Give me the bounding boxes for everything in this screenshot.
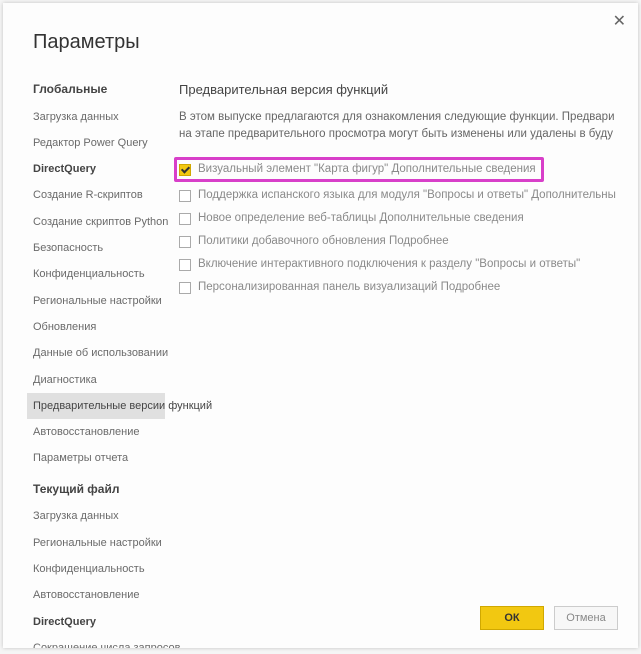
sidebar-item[interactable]: Создание скриптов Python bbox=[27, 209, 165, 235]
sidebar-item[interactable]: Автовосстановление bbox=[27, 419, 165, 445]
option-row: Поддержка испанского языка для модуля "В… bbox=[179, 184, 638, 207]
sidebar-item[interactable]: Региональные настройки bbox=[27, 288, 165, 314]
sidebar-item[interactable]: Конфиденциальность bbox=[27, 261, 165, 287]
sidebar-group-head: Текущий файл bbox=[33, 482, 165, 498]
option-row: Политики добавочного обновления Подробне… bbox=[179, 230, 638, 253]
sidebar-item[interactable]: Региональные настройки bbox=[27, 530, 165, 556]
sidebar-item[interactable]: DirectQuery bbox=[27, 609, 165, 635]
sidebar-item[interactable]: DirectQuery bbox=[27, 156, 165, 182]
checkbox-icon[interactable] bbox=[179, 190, 191, 202]
options-list: Визуальный элемент "Карта фигур" Дополни… bbox=[179, 157, 638, 299]
dialog-title: Параметры bbox=[3, 3, 638, 54]
sidebar-item[interactable]: Данные об использовании bbox=[27, 340, 165, 366]
option-label: Новое определение веб-таблицы Дополнител… bbox=[198, 212, 524, 224]
option-row: Новое определение веб-таблицы Дополнител… bbox=[179, 207, 638, 230]
option-row: Визуальный элемент "Карта фигур" Дополни… bbox=[174, 157, 544, 182]
option-label: Поддержка испанского языка для модуля "В… bbox=[198, 189, 616, 201]
sidebar-item[interactable]: Конфиденциальность bbox=[27, 556, 165, 582]
option-row: Включение интерактивного подключения к р… bbox=[179, 253, 638, 276]
sidebar-item[interactable]: Автовосстановление bbox=[27, 582, 165, 608]
sidebar: ГлобальныеЗагрузка данныхРедактор Power … bbox=[3, 82, 165, 622]
ok-button[interactable]: ОК bbox=[480, 606, 544, 630]
dialog-footer: ОК Отмена bbox=[480, 606, 618, 630]
option-label: Визуальный элемент "Карта фигур" Дополни… bbox=[198, 163, 536, 175]
sidebar-item[interactable]: Загрузка данных bbox=[27, 503, 165, 529]
sidebar-group-head: Глобальные bbox=[33, 82, 165, 98]
sidebar-item[interactable]: Создание R-скриптов bbox=[27, 182, 165, 208]
option-label: Персонализированная панель визуализаций … bbox=[198, 281, 500, 293]
checkbox-icon[interactable] bbox=[179, 259, 191, 271]
checkbox-icon[interactable] bbox=[179, 282, 191, 294]
checkbox-icon[interactable] bbox=[179, 213, 191, 225]
sidebar-item[interactable]: Параметры отчета bbox=[27, 445, 165, 471]
main-panel: Предварительная версия функций В этом вы… bbox=[165, 82, 638, 622]
sidebar-item[interactable]: Редактор Power Query bbox=[27, 130, 165, 156]
main-heading: Предварительная версия функций bbox=[179, 82, 638, 97]
option-row: Персонализированная панель визуализаций … bbox=[179, 276, 638, 299]
checkbox-icon[interactable] bbox=[179, 236, 191, 248]
close-icon[interactable]: ✕ bbox=[613, 11, 626, 31]
cancel-button[interactable]: Отмена bbox=[554, 606, 618, 630]
checkbox-icon[interactable] bbox=[179, 164, 191, 176]
main-description: В этом выпуске предлагаются для ознакомл… bbox=[179, 109, 638, 144]
options-dialog: ✕ Параметры ГлобальныеЗагрузка данныхРед… bbox=[3, 3, 638, 648]
sidebar-item[interactable]: Сокращение числа запросов bbox=[27, 635, 165, 648]
dialog-content: ГлобальныеЗагрузка данныхРедактор Power … bbox=[3, 82, 638, 622]
sidebar-item[interactable]: Загрузка данных bbox=[27, 104, 165, 130]
sidebar-item[interactable]: Обновления bbox=[27, 314, 165, 340]
sidebar-item[interactable]: Предварительные версии функций bbox=[27, 393, 165, 419]
option-label: Включение интерактивного подключения к р… bbox=[198, 258, 580, 270]
option-label: Политики добавочного обновления Подробне… bbox=[198, 235, 449, 247]
sidebar-item[interactable]: Диагностика bbox=[27, 367, 165, 393]
sidebar-item[interactable]: Безопасность bbox=[27, 235, 165, 261]
